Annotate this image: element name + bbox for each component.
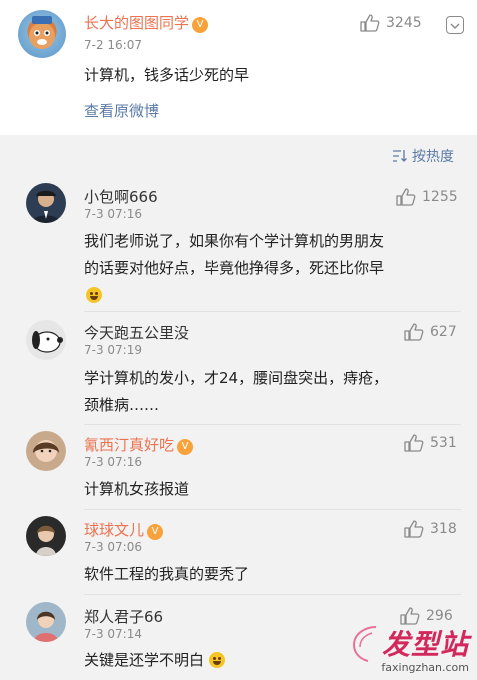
comment-time: 7-3 07:14 [84,627,142,641]
divider [84,594,461,595]
comment-text-line: 我们老师说了，如果你有个学计算机的男朋友 [84,232,385,250]
post-author-avatar[interactable] [18,10,66,58]
comment-avatar[interactable] [26,602,66,642]
comment-text-line: 计算机女孩报道 [84,480,190,498]
comment-like-count: 296 [426,608,453,624]
comment-avatar[interactable] [26,431,66,471]
watermark: 发型站 faxingzhan.com [346,623,469,674]
comment-time: 7-3 07:06 [84,540,142,554]
comment-author-label[interactable]: 球球文儿 [84,521,144,539]
post-like-button[interactable]: 3245 [360,14,422,32]
comment-text-line: 软件工程的我真的要秃了 [84,565,250,583]
comment-like-count: 531 [430,435,457,451]
comment-author[interactable]: 小包啊666 [84,186,158,207]
vip-badge-icon: V [177,439,194,455]
divider [84,509,461,510]
thumb-up-icon [360,14,380,32]
comment-text-line: 颈椎病…… [84,396,160,414]
comment-like-count: 627 [430,324,457,340]
comment-avatar[interactable] [26,516,66,556]
watermark-logo-icon [352,626,377,662]
comment-time: 7-3 07:19 [84,343,142,357]
laugh-emoji-icon [208,652,225,668]
post-content: 计算机，钱多话少死的早 [84,66,250,84]
comment-like-button[interactable]: 1255 [396,188,458,206]
divider [84,424,461,425]
post-time: 7-2 16:07 [84,38,142,52]
comment-text-line: 关键是还学不明白 [84,647,225,673]
comment-text-line: 学计算机的发小，才24，腰间盘突出，痔疮， [84,369,389,387]
comment-avatar[interactable] [26,183,66,223]
post-author-label[interactable]: 长大的图图同学 [84,14,189,32]
sort-by-hot-button[interactable]: 按热度 [392,146,454,166]
divider [84,311,461,312]
post-author-name[interactable]: 长大的图图同学 V [84,12,209,33]
view-original-link[interactable]: 查看原微博 [84,100,159,121]
comment-author[interactable]: 今天跑五公里没 [84,322,189,343]
comment-author[interactable]: 球球文儿 V [84,519,164,540]
thumb-up-icon [396,188,416,206]
more-options-icon[interactable] [446,16,464,34]
comment-text-line: 的话要对他好点，毕竟他挣得多，死还比你早 [84,259,385,277]
post-like-count: 3245 [386,15,422,31]
laugh-emoji-icon [86,285,102,304]
sort-icon [393,150,407,162]
vip-badge-icon: V [147,524,164,540]
thumb-up-icon [404,434,424,452]
thumb-up-icon [404,323,424,341]
comment-like-count: 318 [430,521,457,537]
thumb-up-icon [404,520,424,538]
avatar-image-icon [29,16,55,49]
comment-like-button[interactable]: 627 [404,323,457,341]
comment-avatar[interactable] [26,320,66,360]
comment-author-label[interactable]: 氰西汀真好吃 [84,436,174,454]
comment-author[interactable]: 郑人君子66 [84,606,163,627]
comment-author[interactable]: 氰西汀真好吃 V [84,434,194,455]
sort-label: 按热度 [412,149,454,165]
vip-badge-icon: V [192,17,209,33]
comment-text-label: 关键是还学不明白 [84,651,205,669]
comment-time: 7-3 07:16 [84,455,142,469]
watermark-title: 发型站 [381,628,469,661]
comment-like-button[interactable]: 531 [404,434,457,452]
comment-like-count: 1255 [422,189,458,205]
comments-panel [0,135,477,680]
comment-time: 7-3 07:16 [84,207,142,221]
comment-like-button[interactable]: 318 [404,520,457,538]
